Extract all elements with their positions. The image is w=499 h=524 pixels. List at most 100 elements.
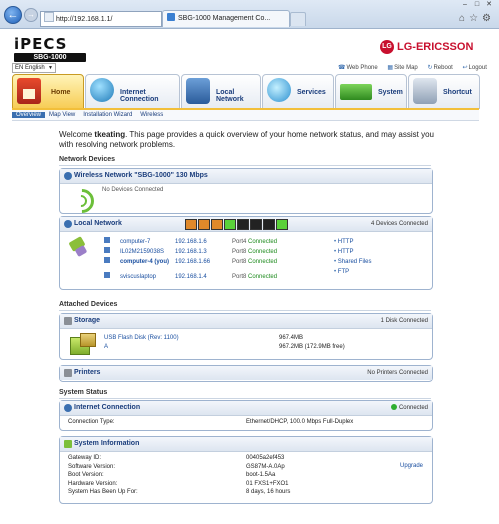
subtab-installation-wizard[interactable]: Installation Wizard [79, 112, 136, 118]
info-label: Boot Version: [68, 472, 104, 479]
minimize-icon[interactable]: – [459, 1, 471, 8]
forward-arrow-icon[interactable]: → [24, 8, 38, 22]
service-item[interactable]: • HTTP [334, 247, 371, 257]
brand-logo: iPECS SBG-1000 [14, 37, 86, 62]
service-item[interactable]: • Shared Files [334, 257, 371, 267]
subtab-overview[interactable]: Overview [12, 112, 46, 118]
service-link[interactable]: FTP [338, 269, 349, 275]
device-row[interactable]: sviscuslaptop [104, 272, 169, 282]
internet-connection-header[interactable]: Internet Connection Connected [60, 401, 432, 416]
tab-system[interactable]: System [335, 74, 407, 109]
device-ip[interactable]: 192.168.1.3 [175, 247, 210, 257]
vendor-name: LG-ERICSSON [397, 41, 474, 53]
reboot-link[interactable]: ↻Reboot [427, 65, 456, 71]
disk-name[interactable]: USB Flash Disk (Rev: 1100) [104, 334, 179, 343]
section-divider [59, 165, 431, 166]
back-arrow-icon[interactable]: ← [4, 6, 22, 24]
info-value: GS87M-A.0Ap [246, 463, 285, 470]
logout-icon: ↩ [462, 65, 468, 71]
subtab-map-view[interactable]: Map View [45, 112, 79, 118]
computer-icon [104, 257, 110, 263]
disk-info: USB Flash Disk (Rev: 1100) A [104, 334, 179, 352]
storage-panel: Storage 1 Disk Connected USB Flash Disk (… [59, 313, 433, 360]
info-value: 8 days, 16 hours [246, 489, 291, 496]
service-link[interactable]: HTTP [338, 239, 354, 245]
wireless-status: No Devices Connected [102, 187, 164, 193]
device-row[interactable]: computer-4 (you) [104, 257, 169, 267]
welcome-user: tkeating [94, 130, 126, 139]
port-orange-icon [211, 219, 223, 230]
wireless-panel-header[interactable]: Wireless Network "SBG-1000" 130 Mbps [60, 169, 432, 184]
web-phone-label: Web Phone [346, 65, 378, 71]
address-bar[interactable]: http://192.168.1.1/ [40, 11, 162, 27]
close-icon[interactable]: ✕ [483, 0, 495, 8]
maximize-icon[interactable]: □ [471, 1, 483, 8]
tab-shortcut-label: Shortcut [443, 89, 472, 96]
printers-panel: Printers No Printers Connected [59, 365, 433, 382]
section-divider [59, 310, 431, 311]
tab-shortcut[interactable]: Shortcut [408, 74, 480, 109]
tab-services[interactable]: Services [262, 74, 334, 109]
subtab-wireless[interactable]: Wireless [136, 112, 167, 118]
disk-partition[interactable]: A [104, 343, 179, 352]
ethernet-ports [185, 219, 288, 230]
device-ip[interactable]: 192.168.1.4 [175, 272, 210, 282]
system-information-header[interactable]: System Information [60, 437, 432, 452]
printers-count: No Printers Connected [367, 370, 428, 376]
window-controls: – □ ✕ [459, 0, 495, 9]
service-item[interactable]: • HTTP [334, 237, 371, 247]
network-devices-heading: Network Devices [59, 156, 116, 163]
wifi-signal-icon [65, 184, 99, 218]
printers-title: Printers [74, 369, 101, 376]
tab-internet-connection[interactable]: Internet Connection [85, 74, 180, 109]
browser-icons: ⌂☆⚙ [459, 13, 495, 24]
system-info-labels: Gateway ID: Software Version: Boot Versi… [68, 454, 138, 497]
globe-small-icon [64, 404, 72, 412]
device-name[interactable]: computer-4 (you) [120, 259, 169, 265]
tab-home-label: Home [51, 89, 71, 96]
upgrade-link[interactable]: Upgrade [400, 463, 423, 469]
device-row[interactable]: computer-7 [104, 237, 169, 247]
web-phone-link[interactable]: ☎Web Phone [338, 65, 382, 71]
address-text: http://192.168.1.1/ [56, 16, 113, 23]
tab-local-network[interactable]: Local Network [181, 74, 261, 109]
device-row[interactable]: IL02M2159038S [104, 247, 169, 257]
port-black-icon [263, 219, 275, 230]
device-ip[interactable]: 192.168.1.66 [175, 257, 210, 267]
device-port: Port4 [232, 239, 247, 245]
language-select[interactable]: EN English ▼ [12, 63, 56, 73]
browser-tab[interactable]: SBG-1000 Management Co... [162, 10, 290, 27]
device-name[interactable]: sviscuslaptop [120, 274, 156, 280]
site-map-link[interactable]: ▦Site Map [387, 65, 421, 71]
logout-link[interactable]: ↩Logout [463, 65, 491, 71]
device-names: computer-7 IL02M2159038S computer-4 (you… [104, 237, 169, 282]
port-green-icon [276, 219, 288, 230]
service-item[interactable]: • FTP [334, 267, 371, 277]
device-name[interactable]: IL02M2159038S [120, 249, 164, 255]
printers-header[interactable]: Printers No Printers Connected [60, 366, 432, 380]
device-ip[interactable]: 192.168.1.6 [175, 237, 210, 247]
language-value: EN English [15, 65, 45, 71]
services-icon [267, 78, 291, 102]
new-tab-button[interactable] [290, 12, 306, 26]
logout-label: Logout [468, 65, 487, 71]
settings-gear-icon[interactable]: ⚙ [482, 13, 495, 24]
device-name[interactable]: computer-7 [120, 239, 150, 245]
device-port-row: Port8 Connected [232, 247, 277, 257]
tab-internet-label: Internet Connection [120, 89, 159, 103]
brand-name: iPECS [14, 35, 68, 53]
home-icon[interactable]: ⌂ [459, 13, 469, 24]
service-link[interactable]: Shared Files [338, 259, 372, 265]
port-black-icon [250, 219, 262, 230]
service-link[interactable]: HTTP [338, 249, 354, 255]
globe-icon [90, 78, 114, 102]
port-orange-icon [198, 219, 210, 230]
disk-sizes: 967.4MB 967.2MB (172.9MB free) [279, 334, 345, 352]
port-green-icon [224, 219, 236, 230]
section-divider [59, 398, 431, 399]
favorites-star-icon[interactable]: ☆ [469, 13, 482, 24]
lg-circle-icon: LG [380, 40, 394, 54]
storage-header[interactable]: Storage 1 Disk Connected [60, 314, 432, 329]
house-icon [17, 78, 41, 104]
system-information-title: System Information [74, 440, 140, 447]
